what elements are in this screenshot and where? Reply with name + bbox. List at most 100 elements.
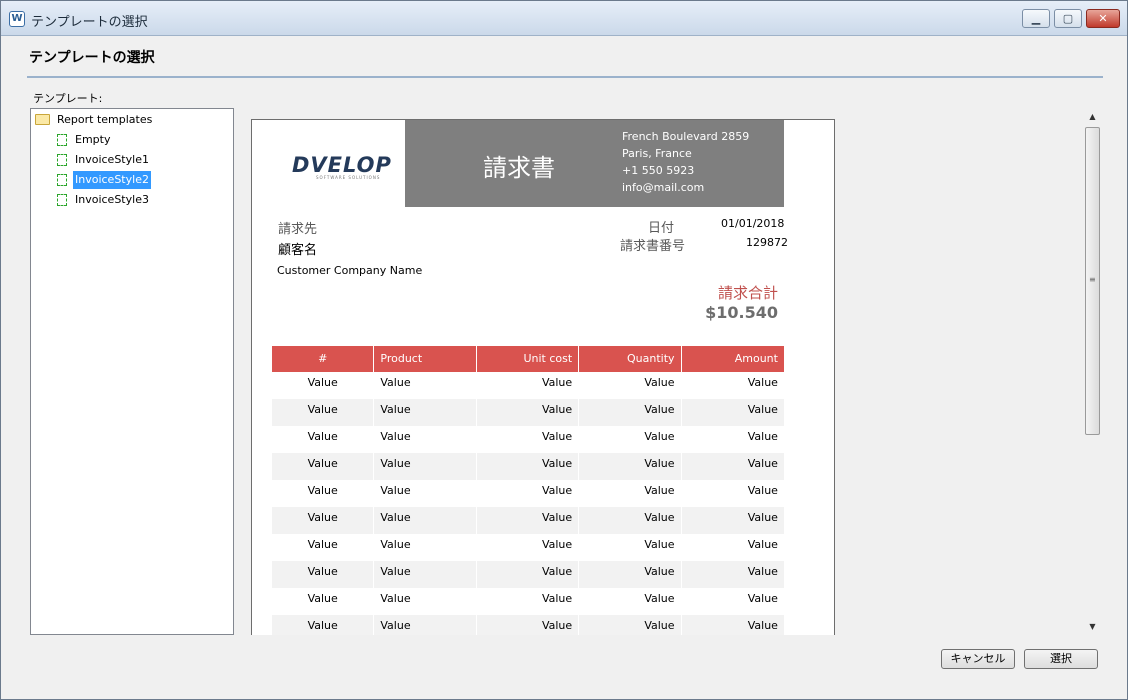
company-address: French Boulevard 2859 Paris, France +1 5… (622, 128, 749, 196)
template-icon (57, 194, 67, 206)
total-value: $10.540 (705, 303, 778, 322)
table-row: Value Value Value Value Value (272, 372, 784, 399)
table-cell: Value (747, 376, 778, 389)
table-cell: Value (579, 453, 682, 480)
table-cell: Value (747, 538, 778, 551)
table-cell: Value (747, 565, 778, 578)
tree-root-label: Report templates (57, 113, 153, 126)
table-cell: Value (374, 534, 477, 561)
column-header: Amount (734, 352, 778, 365)
invoice-number-label: 請求書番号 (620, 239, 686, 254)
preview-scrollbar[interactable]: ▲ ≡ ▼ (1084, 108, 1101, 635)
scrollbar-thumb[interactable]: ≡ (1085, 127, 1100, 435)
table-cell: Value (747, 403, 778, 416)
table-row: Value Value Value Value Value (272, 453, 784, 480)
table-cell: Value (272, 534, 375, 561)
customer-name: 顧客名 (278, 243, 318, 258)
table-cell: Value (477, 372, 580, 399)
table-cell: Value (747, 457, 778, 470)
table-cell: Value (374, 561, 477, 588)
table-cell: Value (477, 561, 580, 588)
title-bar[interactable]: W テンプレートの選択 ▁ ▢ ✕ (1, 1, 1127, 36)
table-cell: Value (272, 372, 375, 399)
invoice-title: 請求書 (483, 154, 555, 182)
address-line: +1 550 5923 (622, 164, 695, 177)
table-cell: Value (272, 480, 375, 507)
address-line: info@mail.com (622, 181, 705, 194)
table-cell: Value (272, 399, 375, 426)
customer-company: Customer Company Name (277, 264, 423, 277)
table-cell: Value (477, 507, 580, 534)
address-line: French Boulevard 2859 (622, 130, 750, 143)
minimize-button[interactable]: ▁ (1022, 9, 1050, 28)
table-cell: Value (272, 561, 375, 588)
table-cell: Value (477, 453, 580, 480)
select-button[interactable]: 選択 (1024, 649, 1098, 669)
table-cell: Value (747, 484, 778, 497)
page-title: テンプレートの選択 (29, 50, 155, 66)
table-cell: Value (477, 426, 580, 453)
table-cell: Value (579, 534, 682, 561)
table-row: Value Value Value Value Value (272, 561, 784, 588)
company-logo: DVELOP SOFTWARE SOLUTIONS (272, 120, 405, 207)
grip-icon: ≡ (1089, 275, 1096, 284)
table-body: Value Value Value Value Value Value Value Value… (272, 372, 784, 635)
close-button[interactable]: ✕ (1086, 9, 1120, 28)
table-cell: Value (374, 588, 477, 615)
template-preview[interactable]: DVELOP SOFTWARE SOLUTIONS 請求書 French Bou… (239, 108, 1101, 635)
window-title: テンプレートの選択 (31, 15, 148, 30)
folder-icon (35, 114, 50, 125)
template-icon (57, 174, 67, 186)
table-cell: Value (272, 615, 375, 635)
table-header: # Product Unit cost Quantity Amount (272, 346, 784, 372)
table-cell: Value (747, 430, 778, 443)
table-cell: Value (579, 615, 682, 635)
table-cell: Value (374, 372, 477, 399)
table-cell: Value (374, 615, 477, 635)
template-tree[interactable]: Report templates Empty InvoiceStyle1 Inv… (30, 108, 234, 635)
table-cell: Value (579, 588, 682, 615)
date-value: 01/01/2018 (721, 217, 785, 230)
cancel-button[interactable]: キャンセル (941, 649, 1015, 669)
table-row: Value Value Value Value Value (272, 507, 784, 534)
table-cell: Value (579, 561, 682, 588)
address-line: Paris, France (622, 147, 692, 160)
tree-item-label: InvoiceStyle2 (73, 171, 151, 189)
date-label: 日付 (648, 221, 675, 236)
table-cell: Value (579, 399, 682, 426)
table-cell: Value (747, 592, 778, 605)
table-cell: Value (579, 426, 682, 453)
template-icon (57, 134, 67, 146)
table-cell: Value (374, 426, 477, 453)
scroll-down-icon[interactable]: ▼ (1084, 618, 1101, 635)
app-icon: W (9, 11, 25, 27)
tree-label: テンプレート: (33, 92, 103, 105)
table-cell: Value (272, 507, 375, 534)
tree-item-label: InvoiceStyle3 (75, 193, 149, 206)
table-row: Value Value Value Value Value (272, 426, 784, 453)
column-header: Quantity (579, 346, 682, 372)
total-label: 請求合計 (717, 284, 778, 302)
line-items-table: # Product Unit cost Quantity Amount Valu… (272, 346, 784, 635)
table-row: Value Value Value Value Value (272, 534, 784, 561)
table-cell: Value (747, 619, 778, 632)
logo-subtitle: SOFTWARE SOLUTIONS (316, 175, 381, 180)
table-cell: Value (374, 453, 477, 480)
column-header: Product (374, 346, 477, 372)
table-row: Value Value Value Value Value (272, 588, 784, 615)
invoice-page: DVELOP SOFTWARE SOLUTIONS 請求書 French Bou… (251, 119, 835, 635)
table-cell: Value (747, 511, 778, 524)
column-header: Unit cost (477, 346, 580, 372)
table-cell: Value (272, 453, 375, 480)
template-icon (57, 154, 67, 166)
template-select-dialog: W テンプレートの選択 ▁ ▢ ✕ テンプレートの選択 テンプレート: Repo… (0, 0, 1128, 700)
table-cell: Value (579, 480, 682, 507)
table-cell: Value (272, 426, 375, 453)
table-cell: Value (477, 399, 580, 426)
table-cell: Value (477, 534, 580, 561)
tree-item-label: InvoiceStyle1 (75, 153, 149, 166)
table-cell: Value (579, 507, 682, 534)
maximize-button[interactable]: ▢ (1054, 9, 1082, 28)
logo-text: DVELOP (292, 153, 392, 177)
scroll-up-icon[interactable]: ▲ (1084, 108, 1101, 125)
